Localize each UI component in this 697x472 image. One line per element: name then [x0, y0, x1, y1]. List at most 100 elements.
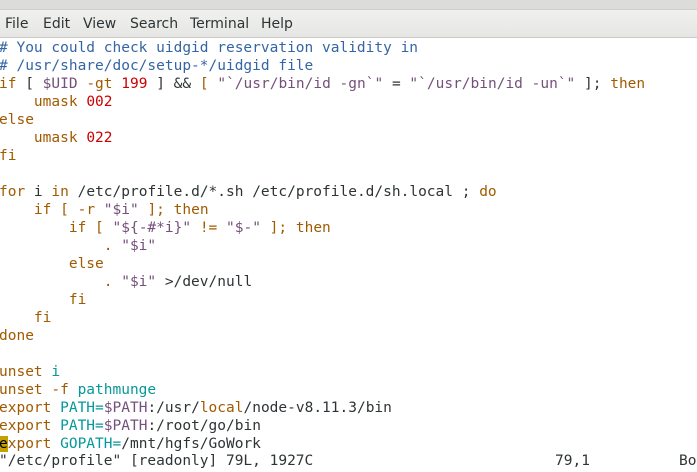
code-line: fi	[0, 309, 51, 327]
code-token: i	[42, 364, 61, 380]
code-line: for i in /etc/profile.d/*.sh /etc/profil…	[0, 183, 497, 201]
code-line: else	[0, 111, 34, 129]
code-token: if	[33, 202, 52, 218]
menu-view[interactable]: View	[81, 15, 118, 34]
code-token: &&	[173, 76, 192, 92]
code-token: for	[0, 184, 26, 200]
code-line: if [ -r "$i" ]; then	[0, 201, 209, 219]
vim-status-message: "/etc/profile" [readonly] 79L, 1927C	[0, 453, 314, 469]
code-token: $PATH	[103, 400, 148, 416]
menu-edit[interactable]: Edit	[41, 15, 72, 34]
code-token: then	[610, 76, 646, 92]
code-line: # /usr/share/doc/setup-*/uidgid file	[0, 57, 313, 75]
code-token: -f	[42, 382, 78, 398]
code-line: umask 022	[0, 129, 113, 147]
code-token: "`/usr/bin/id -gn`"	[217, 76, 384, 92]
code-token: .	[0, 238, 122, 254]
code-token: 022	[86, 130, 113, 146]
code-line: fi	[0, 147, 16, 165]
code-token: i	[25, 184, 52, 200]
code-line: if [ $UID -gt 199 ] && [ "`/usr/bin/id -…	[0, 75, 645, 93]
code-line: umask 002	[0, 93, 113, 111]
menu-file[interactable]: File	[3, 15, 30, 34]
code-token: # You could check uidgid reservation val…	[0, 40, 419, 56]
title-bar-strip	[0, 0, 697, 10]
menu-search[interactable]: Search	[128, 15, 180, 34]
code-line: . "$i"	[0, 237, 156, 255]
code-token: if	[68, 220, 87, 236]
code-token: "`/usr/bin/id -un`"	[409, 76, 576, 92]
code-token: unset	[0, 364, 43, 380]
vim-cursor-position: 79,1	[555, 453, 590, 469]
code-token: xport	[7, 436, 52, 452]
code-token: if	[0, 76, 17, 92]
code-token: [	[86, 220, 113, 236]
code-line: unset i	[0, 363, 60, 381]
text-cursor: e	[0, 436, 8, 452]
code-line: . "$i" >/dev/null	[0, 273, 252, 291]
code-token: /mnt/hgfs/GoWork	[121, 436, 261, 452]
code-line: fi	[0, 291, 86, 309]
code-token: "$i"	[103, 202, 139, 218]
code-token: .	[0, 274, 122, 290]
code-token: [	[191, 76, 218, 92]
code-line: else	[0, 255, 104, 273]
code-line: if [ "${-#*i}" != "$-" ]; then	[0, 219, 331, 237]
code-token: else	[0, 112, 34, 128]
code-line: unset -f pathmunge	[0, 381, 156, 399]
code-token: PATH=	[51, 400, 104, 416]
code-token: ];	[260, 220, 296, 236]
vim-scroll-indicator: Bo	[679, 453, 697, 469]
menu-bar: File Edit View Search Terminal Help	[0, 0, 697, 38]
menu-terminal[interactable]: Terminal	[188, 15, 251, 34]
code-token: $UID	[42, 76, 78, 92]
code-token: export	[0, 418, 52, 434]
terminal-area[interactable]: # You could check uidgid reservation val…	[0, 38, 697, 472]
code-line: done	[0, 327, 34, 345]
code-token: umask	[0, 130, 87, 146]
code-token: else	[68, 256, 104, 272]
code-token: 002	[86, 94, 113, 110]
code-token: /node-v8.11.3/bin	[243, 400, 392, 416]
code-token: in	[51, 184, 69, 200]
code-token: then	[173, 202, 209, 218]
code-token: ];	[138, 202, 174, 218]
code-token: local	[199, 400, 244, 416]
code-token: export	[0, 400, 52, 416]
code-token: PATH=	[51, 418, 104, 434]
code-token: >/dev/null	[156, 274, 253, 290]
code-line: export GOPATH=/mnt/hgfs/GoWork	[0, 435, 261, 453]
code-token: then	[295, 220, 331, 236]
code-token: "$i"	[121, 274, 157, 290]
code-token: [	[16, 76, 43, 92]
code-token: !=	[191, 220, 227, 236]
code-token: # /usr/share/doc/setup-*/uidgid file	[0, 58, 314, 74]
menu-help[interactable]: Help	[259, 15, 295, 34]
code-token: ];	[575, 76, 611, 92]
code-token: pathmunge	[77, 382, 157, 398]
code-token: fi	[68, 292, 87, 308]
code-token: -r	[77, 202, 96, 218]
code-token: [	[51, 202, 78, 218]
code-token: -gt	[86, 76, 113, 92]
code-token: unset	[0, 382, 43, 398]
code-line: # You could check uidgid reservation val…	[0, 39, 418, 57]
code-token: "${-#*i}"	[112, 220, 192, 236]
code-token: $PATH	[103, 418, 148, 434]
code-token: "$i"	[121, 238, 157, 254]
code-token: :/usr/	[147, 400, 200, 416]
code-token: fi	[0, 148, 17, 164]
code-token: ]	[147, 76, 174, 92]
code-token: /etc/profile.d/*.sh /etc/profile.d/sh.lo…	[68, 184, 480, 200]
code-token: GOPATH=	[51, 436, 122, 452]
code-line: export PATH=$PATH:/usr/local/node-v8.11.…	[0, 399, 392, 417]
code-token: :/root/go/bin	[147, 418, 261, 434]
code-token: =	[383, 76, 410, 92]
code-token: umask	[0, 94, 87, 110]
